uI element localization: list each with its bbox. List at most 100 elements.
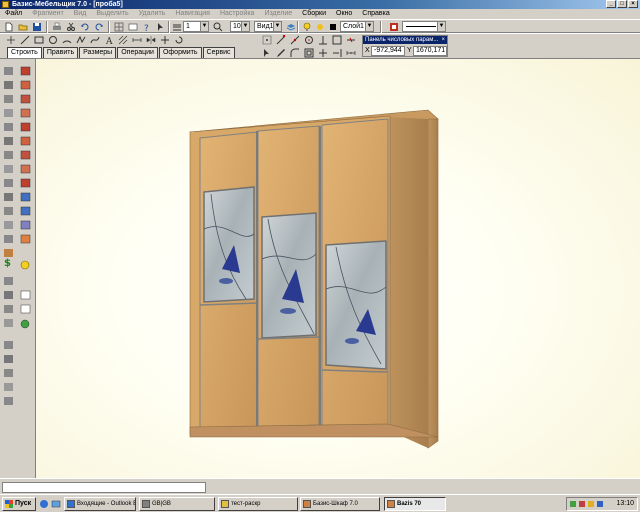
chevron-down-icon[interactable]: ▼ (365, 22, 373, 31)
light-bulb-icon[interactable] (302, 22, 312, 32)
shelf-tool-icon[interactable] (4, 109, 13, 117)
chevron-down-icon[interactable]: ▼ (437, 22, 445, 31)
body-icon[interactable] (20, 94, 31, 104)
hole-tool-icon[interactable] (4, 221, 13, 229)
report-tool-icon[interactable] (4, 277, 13, 285)
spline-icon[interactable] (90, 35, 100, 45)
tab-0[interactable]: Строить (7, 47, 42, 58)
line-style-select[interactable]: ▼ (402, 21, 446, 32)
help-icon[interactable]: ? (142, 22, 152, 32)
undo-icon[interactable] (80, 22, 90, 32)
chevron-down-icon[interactable]: ▼ (200, 22, 208, 31)
menu-item-8[interactable]: Сборки (297, 9, 331, 19)
mirror-icon[interactable] (146, 35, 156, 45)
color-swatch-icon[interactable] (328, 22, 338, 32)
glass-icon[interactable] (20, 192, 31, 202)
save-icon[interactable] (32, 22, 42, 32)
grid-icon[interactable] (114, 22, 124, 32)
rectangle-icon[interactable] (34, 35, 44, 45)
snap-mid-icon[interactable] (290, 35, 300, 45)
connect-tool-icon[interactable] (4, 207, 13, 215)
command-line-field[interactable] (2, 482, 206, 493)
taskbar-item-3[interactable]: Базис-Шкаф 7.0 (300, 497, 380, 511)
sun-icon[interactable] (315, 22, 325, 32)
clock[interactable]: 13:10 (616, 498, 634, 510)
chevron-down-icon[interactable]: ▼ (273, 22, 281, 31)
start-button[interactable]: Пуск (2, 497, 36, 511)
arc-icon[interactable] (62, 35, 72, 45)
measure-icon[interactable] (346, 48, 356, 58)
extend-icon[interactable] (332, 48, 342, 58)
model-viewport[interactable] (36, 59, 640, 478)
open-folder-icon[interactable] (18, 22, 28, 32)
quicklaunch-desktop-icon[interactable] (51, 499, 61, 509)
box-tool-icon[interactable] (4, 81, 13, 89)
volume-icon[interactable] (588, 501, 594, 507)
dimension-icon[interactable] (132, 35, 142, 45)
align-right-icon[interactable] (4, 355, 13, 363)
app-icon[interactable] (2, 1, 9, 8)
polyline-icon[interactable] (76, 35, 86, 45)
language-icon[interactable] (597, 501, 603, 507)
text-icon[interactable]: A (104, 35, 114, 45)
quicklaunch-ie-icon[interactable] (39, 499, 49, 509)
menu-item-6[interactable]: Настройка (215, 9, 259, 19)
back-panel-icon[interactable] (20, 122, 31, 132)
cut-icon[interactable] (66, 22, 76, 32)
door-left[interactable] (199, 131, 258, 430)
menu-item-0[interactable]: Файл (0, 9, 27, 19)
sheet-icon[interactable] (20, 304, 31, 314)
section-tool-icon[interactable] (4, 305, 13, 313)
snap-near-icon[interactable] (346, 35, 356, 45)
select-cursor-icon[interactable] (262, 48, 272, 58)
wardrobe-icon[interactable] (20, 178, 31, 188)
menu-item-10[interactable]: Справка (357, 9, 394, 19)
snap-grid-icon[interactable] (262, 35, 272, 45)
maximize-button[interactable]: □ (617, 0, 627, 8)
edge-tool-icon[interactable] (4, 193, 13, 201)
view-select[interactable]: Вид1 ▼ (254, 21, 282, 32)
material-icon[interactable] (389, 22, 399, 32)
network-icon[interactable] (570, 501, 576, 507)
sliding-door-icon[interactable] (20, 220, 31, 230)
y-coordinate-field[interactable]: 1670,171 (413, 46, 447, 56)
snap-center-icon[interactable] (304, 35, 314, 45)
tab-5[interactable]: Сервис (202, 47, 235, 58)
ortho-icon[interactable] (332, 35, 342, 45)
move-icon[interactable] (160, 35, 170, 45)
taskbar-item-0[interactable]: Входящие - Outlook Exp... (64, 497, 136, 511)
x-coordinate-field[interactable]: -972,944 (371, 46, 405, 56)
hardware-tool-icon[interactable] (4, 235, 13, 243)
frame-tool-icon[interactable] (4, 95, 13, 103)
hatch-icon[interactable] (118, 35, 128, 45)
texture-icon[interactable] (20, 234, 31, 244)
plinth-icon[interactable] (20, 150, 31, 160)
cutting-icon[interactable] (20, 290, 31, 300)
light-icon[interactable] (20, 260, 30, 270)
rotate-icon[interactable] (174, 35, 184, 45)
render-icon[interactable] (20, 319, 30, 329)
menu-item-2[interactable]: Вид (69, 9, 92, 19)
door-center[interactable] (257, 125, 320, 428)
door-right[interactable] (321, 118, 389, 431)
profile-tool-icon[interactable] (4, 165, 13, 173)
door-tool-icon[interactable] (4, 123, 13, 131)
zoom-select[interactable]: 10 ▼ (230, 21, 250, 32)
cost-icon[interactable]: $ (4, 258, 11, 269)
redo-icon[interactable] (94, 22, 104, 32)
print-icon[interactable] (52, 22, 62, 32)
chevron-down-icon[interactable]: ▼ (241, 22, 249, 31)
line-width-select[interactable]: 1 ▼ (183, 21, 209, 32)
tab-4[interactable]: Оформить (158, 47, 202, 58)
layers-icon[interactable] (286, 22, 296, 32)
material-tool-icon[interactable] (4, 249, 13, 257)
menu-item-4[interactable]: Удалить (134, 9, 171, 19)
menu-item-7[interactable]: Изделие (259, 9, 297, 19)
antivirus-icon[interactable] (579, 501, 585, 507)
offset-icon[interactable] (304, 48, 314, 58)
module-icon[interactable] (20, 80, 31, 90)
view-tool-icon[interactable] (4, 319, 13, 327)
tab-2[interactable]: Размеры (79, 47, 117, 58)
align-left-icon[interactable] (4, 341, 13, 349)
layer-select[interactable]: Слой1 ▼ (340, 21, 374, 32)
